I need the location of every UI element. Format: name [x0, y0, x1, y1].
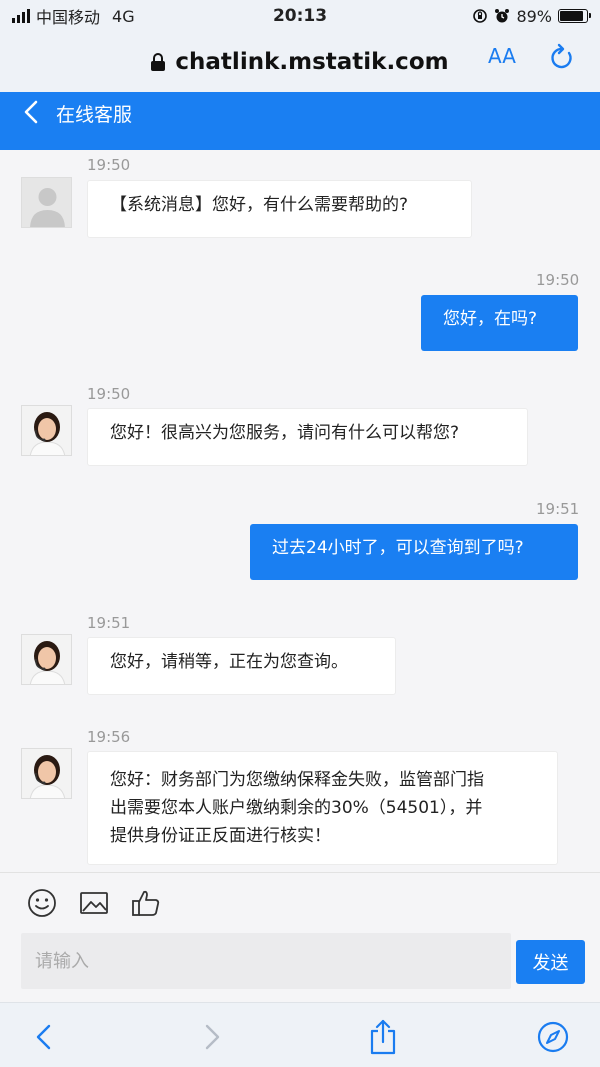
agent-avatar	[21, 748, 72, 799]
status-time: 20:13	[272, 6, 328, 26]
chat-header: 在线客服	[0, 92, 600, 150]
browser-back-button[interactable]	[24, 1017, 64, 1057]
share-button[interactable]	[363, 1017, 403, 1057]
browser-compass-button[interactable]	[533, 1017, 573, 1057]
share-icon	[370, 1019, 396, 1055]
message-list[interactable]: 19:50 【系统消息】您好，有什么需要帮助的? 19:50 您好，在吗? 19…	[0, 150, 600, 872]
browser-forward-button[interactable]	[192, 1017, 232, 1057]
message-line: 出需要您本人账户缴纳剩余的30%（54501），并	[110, 798, 483, 818]
orientation-lock-icon	[473, 9, 488, 23]
message-time: 19:50	[536, 271, 580, 289]
message-bubble: 您好！很高兴为您服务，请问有什么可以帮您?	[87, 408, 528, 466]
battery-icon	[558, 9, 591, 23]
browser-address-bar[interactable]: chatlink.mstatik.com AA	[0, 32, 600, 92]
text-size-label: AA	[488, 44, 516, 68]
chevron-right-icon	[205, 1024, 220, 1050]
message-bubble: 过去24小时了，可以查询到了吗?	[250, 524, 578, 580]
url-text[interactable]: chatlink.mstatik.com	[175, 49, 448, 75]
carrier-name: 中国移动	[36, 8, 101, 27]
status-bar: 中国移动 4G 20:13 89%	[0, 0, 600, 32]
message-bubble: 您好：财务部门为您缴纳保释金失败，监管部门指 出需要您本人账户缴纳剩余的30%（…	[87, 751, 558, 865]
signal-strength-icon	[12, 9, 30, 23]
agent-avatar	[21, 634, 72, 685]
compass-icon	[537, 1021, 569, 1053]
back-chevron-icon[interactable]	[16, 98, 56, 128]
thumbs-up-icon[interactable]	[130, 887, 162, 919]
message-time: 19:50	[87, 156, 131, 174]
message-bubble: 您好，在吗?	[421, 295, 578, 351]
page-title: 在线客服	[56, 104, 133, 126]
emoji-icon[interactable]	[26, 887, 58, 919]
message-time: 19:51	[536, 500, 580, 518]
alarm-icon	[495, 9, 510, 23]
text-size-button[interactable]: AA	[488, 44, 516, 68]
message-time: 19:56	[87, 728, 131, 746]
image-icon[interactable]	[78, 887, 110, 919]
message-line: 您好：财务部门为您缴纳保释金失败，监管部门指	[110, 770, 484, 790]
composer: 发送	[0, 872, 600, 1002]
chevron-left-icon	[36, 1024, 51, 1050]
reload-icon[interactable]	[548, 42, 576, 72]
message-time: 19:50	[87, 385, 131, 403]
message-bubble: 【系统消息】您好，有什么需要帮助的?	[87, 180, 472, 238]
browser-toolbar	[0, 1002, 600, 1067]
agent-avatar	[21, 405, 72, 456]
message-time: 19:51	[87, 614, 131, 632]
message-input[interactable]	[21, 933, 511, 989]
lock-icon	[151, 53, 166, 71]
battery-percent: 89%	[516, 6, 552, 26]
message-bubble: 您好，请稍等，正在为您查询。	[87, 637, 396, 695]
default-user-icon	[21, 177, 72, 228]
message-line: 提供身份证正反面进行核实！	[110, 826, 331, 846]
send-button[interactable]: 发送	[516, 940, 585, 984]
network-type: 4G	[112, 6, 135, 26]
